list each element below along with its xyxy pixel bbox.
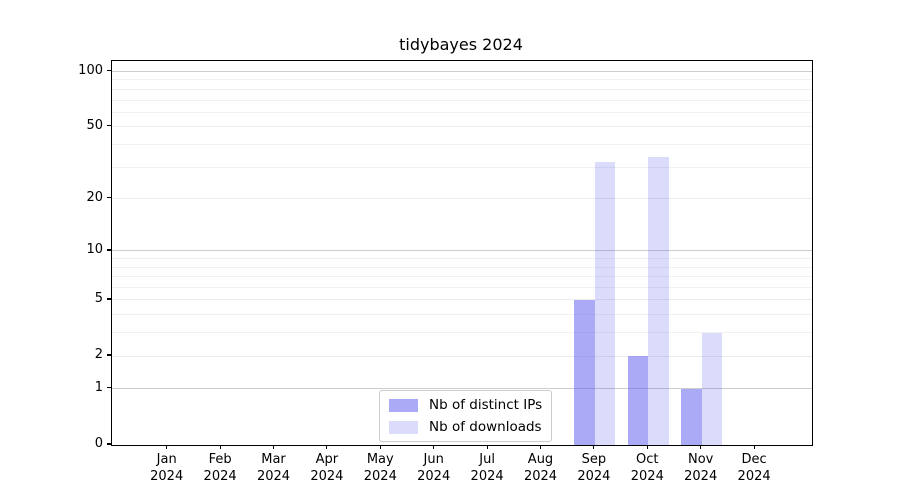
x-tick-mark bbox=[593, 445, 594, 449]
y-tick-label: 50 bbox=[3, 117, 103, 135]
legend-swatch-downloads-icon bbox=[389, 421, 418, 434]
bar-nb-of-distinct-ips-oct bbox=[628, 356, 649, 445]
y-tick-label: 1 bbox=[3, 379, 103, 397]
y-tick-mark bbox=[107, 354, 111, 355]
legend-label-downloads: Nb of downloads bbox=[429, 419, 542, 435]
x-tick-month: Dec bbox=[722, 451, 786, 468]
plot-area: Nb of distinct IPs Nb of downloads bbox=[111, 60, 813, 446]
minor-gridline bbox=[112, 198, 812, 199]
minor-gridline bbox=[112, 276, 812, 277]
y-tick-mark bbox=[107, 125, 111, 126]
y-tick-label: 20 bbox=[3, 189, 103, 207]
chart-title: tidybayes 2024 bbox=[111, 35, 811, 54]
minor-gridline bbox=[112, 112, 812, 113]
x-tick-mark bbox=[433, 445, 434, 449]
minor-gridline bbox=[112, 167, 812, 168]
x-tick-year: 2024 bbox=[722, 468, 786, 485]
major-gridline bbox=[112, 250, 812, 251]
y-tick-label: 5 bbox=[3, 290, 103, 308]
legend-item-downloads: Nb of downloads bbox=[389, 419, 542, 435]
y-tick-mark bbox=[107, 387, 111, 388]
x-tick-mark bbox=[700, 445, 701, 449]
x-tick-mark bbox=[380, 445, 381, 449]
y-tick-label: 0 bbox=[3, 435, 103, 453]
minor-gridline bbox=[112, 258, 812, 259]
minor-gridline bbox=[112, 314, 812, 315]
minor-gridline bbox=[112, 79, 812, 80]
legend-label-distinct-ips: Nb of distinct IPs bbox=[429, 397, 542, 413]
y-tick-label: 100 bbox=[3, 62, 103, 80]
legend: Nb of distinct IPs Nb of downloads bbox=[379, 390, 552, 442]
x-tick-mark bbox=[540, 445, 541, 449]
legend-item-distinct-ips: Nb of distinct IPs bbox=[389, 397, 542, 413]
legend-swatch-distinct-ips-icon bbox=[389, 399, 418, 412]
y-tick-mark bbox=[107, 443, 111, 444]
figure: tidybayes 2024 Nb of distinct IPs Nb of … bbox=[0, 0, 900, 500]
minor-gridline bbox=[112, 299, 812, 300]
x-tick-mark bbox=[754, 445, 755, 449]
x-tick-mark bbox=[487, 445, 488, 449]
bar-nb-of-distinct-ips-nov bbox=[681, 389, 702, 445]
minor-gridline bbox=[112, 100, 812, 101]
bar-nb-of-downloads-sep bbox=[595, 162, 616, 445]
minor-gridline bbox=[112, 89, 812, 90]
x-tick-label: Dec2024 bbox=[722, 451, 786, 485]
y-tick-mark bbox=[107, 197, 111, 198]
x-tick-mark bbox=[326, 445, 327, 449]
x-tick-mark bbox=[273, 445, 274, 449]
minor-gridline bbox=[112, 144, 812, 145]
bar-nb-of-distinct-ips-sep bbox=[574, 300, 595, 445]
minor-gridline bbox=[112, 126, 812, 127]
x-tick-mark bbox=[647, 445, 648, 449]
bar-nb-of-downloads-oct bbox=[648, 157, 669, 445]
x-tick-mark bbox=[220, 445, 221, 449]
y-tick-label: 2 bbox=[3, 346, 103, 364]
minor-gridline bbox=[112, 287, 812, 288]
bar-nb-of-downloads-nov bbox=[702, 333, 723, 445]
y-tick-mark bbox=[107, 249, 111, 250]
x-tick-mark bbox=[166, 445, 167, 449]
major-gridline bbox=[112, 71, 812, 72]
minor-gridline bbox=[112, 267, 812, 268]
y-tick-mark bbox=[107, 70, 111, 71]
y-tick-mark bbox=[107, 298, 111, 299]
y-tick-label: 10 bbox=[3, 241, 103, 259]
